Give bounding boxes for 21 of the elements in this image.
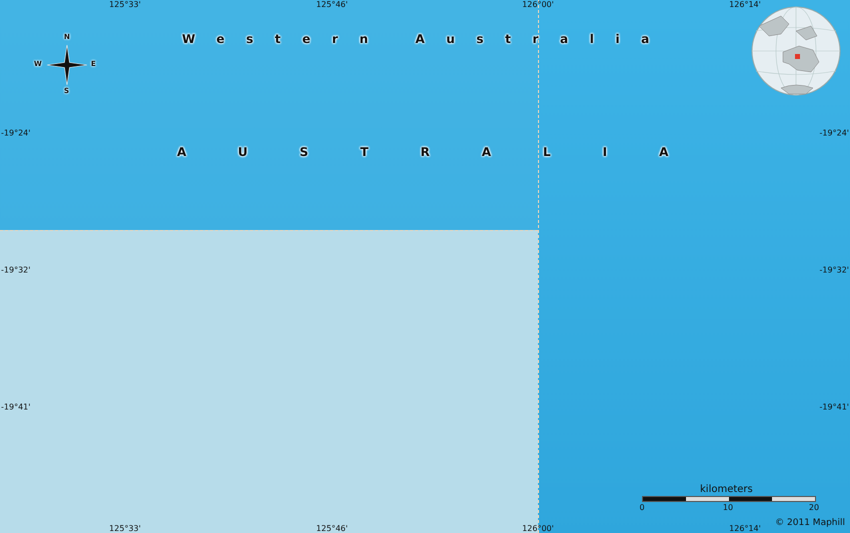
longitude-label: 126°00': [522, 0, 554, 9]
latitude-label: -19°32': [1, 266, 30, 274]
longitude-label: 125°46': [316, 524, 348, 533]
latitude-label: -19°32': [820, 266, 849, 274]
latitude-label: -19°24': [820, 128, 849, 138]
longitude-label: 125°46': [316, 0, 348, 9]
scale-tick-label: 0: [639, 503, 645, 512]
latitude-label: -19°41': [1, 402, 30, 412]
longitude-label: 126°14': [729, 0, 761, 9]
longitude-label: 125°33': [109, 524, 141, 533]
scale-tick-label: 10: [722, 503, 734, 512]
longitude-label: 126°14': [729, 524, 761, 533]
latitude-label: -19°41': [820, 402, 849, 412]
region-label: Western Australia: [182, 32, 671, 46]
compass-rose-icon: [47, 45, 87, 85]
scale-tick-label: 20: [808, 503, 820, 512]
latitude-label: -19°24': [1, 128, 30, 138]
scale-unit-label: kilometers: [700, 484, 753, 495]
copyright-text: © 2011 Maphill: [775, 518, 845, 528]
longitude-label: 125°33': [109, 0, 141, 9]
country-label: AUSTRALIA: [177, 145, 720, 159]
